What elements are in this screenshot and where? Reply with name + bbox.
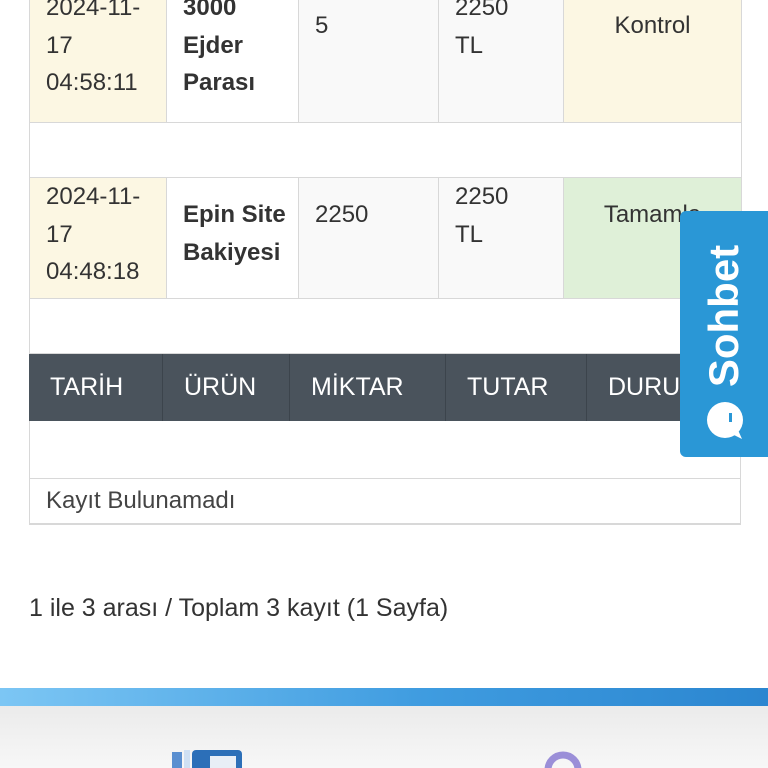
table-row: 2024-11- 17 04:48:18 Epin Site Bakiyesi … <box>29 177 742 299</box>
order-date-cell: 2024-11- 17 04:58:11 <box>29 0 167 123</box>
user-icon[interactable] <box>540 750 586 768</box>
column-header-product: ÜRÜN <box>163 354 290 421</box>
orders-table: 2024-11- 17 04:58:11 3000 Ejder Parası 5… <box>29 0 742 354</box>
column-header-quantity: MİKTAR <box>290 354 446 421</box>
order-product-line: Bakiyesi <box>183 238 281 266</box>
table-spacer-row <box>29 298 742 354</box>
chat-bubble-icon <box>707 402 743 439</box>
order-total-cell: 2250 TL <box>438 177 564 299</box>
order-quantity: 5 <box>315 12 329 39</box>
order-status: Kontrol <box>614 12 691 39</box>
order-quantity-cell: 2250 <box>298 177 439 299</box>
chat-button[interactable]: Sohbet <box>680 211 768 457</box>
order-status-cell: Kontrol <box>563 0 742 123</box>
pagination-info: 1 ile 3 arası / Toplam 3 kayıt (1 Sayfa) <box>29 594 449 622</box>
second-table-header: TARİH ÜRÜN MİKTAR TUTAR DURU <box>29 354 741 421</box>
order-product-cell: Epin Site Bakiyesi <box>166 177 299 299</box>
order-product-line: Ejder <box>183 31 244 59</box>
table-spacer-cell <box>29 122 742 178</box>
table-spacer-cell <box>29 298 742 354</box>
order-product-line: Epin Site <box>183 201 286 228</box>
column-header-total: TUTAR <box>446 354 587 421</box>
order-quantity: 2250 <box>315 201 369 228</box>
order-total-currency: TL <box>455 31 484 59</box>
table-row: 2024-11- 17 04:58:11 3000 Ejder Parası 5… <box>29 0 742 123</box>
order-product-line: Parası <box>183 69 256 96</box>
order-product-line: 3000 <box>183 0 237 21</box>
second-table-spacer <box>29 421 741 478</box>
order-date-line: 17 <box>46 220 73 248</box>
order-date-line: 04:48:18 <box>46 258 140 285</box>
order-date-line: 17 <box>46 31 73 59</box>
chat-label: Sohbet <box>700 244 747 388</box>
footer <box>0 706 768 768</box>
column-header-date: TARİH <box>29 354 163 421</box>
order-quantity-cell: 5 <box>298 0 439 123</box>
order-total-cell: 2250 TL <box>438 0 564 123</box>
order-product-cell: 3000 Ejder Parası <box>166 0 299 123</box>
order-date-line: 2024-11- <box>46 183 141 210</box>
order-total-amount: 2250 <box>455 183 509 210</box>
order-date-line: 04:58:11 <box>46 69 138 96</box>
order-total-currency: TL <box>455 220 484 248</box>
footer-accent-bar <box>0 688 768 706</box>
wallet-icon[interactable] <box>172 750 242 768</box>
order-total-amount: 2250 <box>455 0 509 21</box>
page: 2024-11- 17 04:58:11 3000 Ejder Parası 5… <box>0 0 768 768</box>
empty-message: Kayıt Bulunamadı <box>29 478 741 525</box>
table-spacer-row <box>29 122 742 178</box>
order-date-line: 2024-11- <box>46 0 141 21</box>
order-date-cell: 2024-11- 17 04:48:18 <box>29 177 167 299</box>
